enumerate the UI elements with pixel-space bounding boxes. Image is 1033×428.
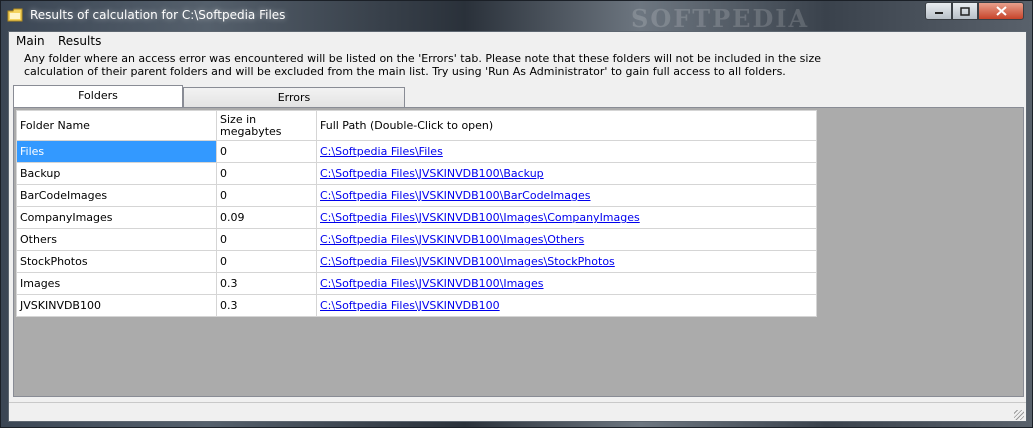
path-link[interactable]: C:\Softpedia Files\JVSKINVDB100\Images\C…: [320, 211, 640, 224]
cell-folder-name[interactable]: StockPhotos: [16, 250, 217, 273]
cell-size[interactable]: 0: [216, 162, 317, 185]
tab-folders[interactable]: Folders: [13, 85, 183, 107]
table-row[interactable]: Images 0.3 C:\Softpedia Files\JVSKINVDB1…: [16, 272, 817, 295]
menu-results[interactable]: Results: [58, 34, 101, 48]
maximize-button[interactable]: [952, 2, 978, 20]
menu-bar: Main Results: [9, 32, 1026, 51]
grid-header-row: Folder Name Size in megabytes Full Path …: [16, 110, 817, 141]
cell-folder-name[interactable]: Others: [16, 228, 217, 251]
cell-folder-name[interactable]: Backup: [16, 162, 217, 185]
cell-full-path[interactable]: C:\Softpedia Files\Files: [316, 140, 817, 163]
folder-icon: [7, 8, 23, 22]
cell-size[interactable]: 0: [216, 184, 317, 207]
menu-main[interactable]: Main: [16, 34, 45, 48]
cell-size[interactable]: 0.3: [216, 272, 317, 295]
cell-folder-name[interactable]: JVSKINVDB100: [16, 294, 217, 317]
tab-strip: Folders Errors: [11, 85, 1026, 107]
table-row[interactable]: CompanyImages 0.09 C:\Softpedia Files\JV…: [16, 206, 817, 229]
minimize-icon: [934, 12, 943, 14]
close-button[interactable]: [978, 2, 1024, 20]
table-row[interactable]: Files 0 C:\Softpedia Files\Files: [16, 140, 817, 163]
cell-size[interactable]: 0.09: [216, 206, 317, 229]
path-link[interactable]: C:\Softpedia Files\Files: [320, 145, 443, 158]
cell-full-path[interactable]: C:\Softpedia Files\JVSKINVDB100\BarCodeI…: [316, 184, 817, 207]
app-window: Results of calculation for C:\Softpedia …: [0, 0, 1033, 428]
results-grid: Folder Name Size in megabytes Full Path …: [16, 110, 817, 317]
size-header-line1: Size in: [220, 112, 257, 126]
table-row[interactable]: BarCodeImages 0 C:\Softpedia Files\JVSKI…: [16, 184, 817, 207]
minimize-button[interactable]: [925, 2, 952, 20]
tab-errors[interactable]: Errors: [183, 87, 405, 107]
cell-size[interactable]: 0.3: [216, 294, 317, 317]
cell-full-path[interactable]: C:\Softpedia Files\JVSKINVDB100\Images\S…: [316, 250, 817, 273]
size-header-line2: megabytes: [220, 124, 282, 138]
cell-full-path[interactable]: C:\Softpedia Files\JVSKINVDB100\Backup: [316, 162, 817, 185]
cell-full-path[interactable]: C:\Softpedia Files\JVSKINVDB100\Images: [316, 272, 817, 295]
cell-folder-name[interactable]: BarCodeImages: [16, 184, 217, 207]
table-row[interactable]: Others 0 C:\Softpedia Files\JVSKINVDB100…: [16, 228, 817, 251]
path-link[interactable]: C:\Softpedia Files\JVSKINVDB100\Images\O…: [320, 233, 584, 246]
cell-folder-name[interactable]: Files: [16, 140, 217, 163]
table-row[interactable]: JVSKINVDB100 0.3 C:\Softpedia Files\JVSK…: [16, 294, 817, 317]
status-bar: [9, 402, 1026, 422]
window-title: Results of calculation for C:\Softpedia …: [30, 8, 286, 22]
info-message: Any folder where an access error was enc…: [24, 52, 821, 78]
cell-size[interactable]: 0: [216, 140, 317, 163]
title-bar[interactable]: Results of calculation for C:\Softpedia …: [1, 1, 1032, 33]
maximize-icon: [960, 6, 970, 16]
resize-grip-icon[interactable]: [1014, 410, 1024, 420]
column-header-full-path[interactable]: Full Path (Double-Click to open): [316, 110, 817, 141]
table-row[interactable]: StockPhotos 0 C:\Softpedia Files\JVSKINV…: [16, 250, 817, 273]
path-link[interactable]: C:\Softpedia Files\JVSKINVDB100\Images\S…: [320, 255, 615, 268]
softpedia-watermark: SOFTPEDIA: [631, 4, 810, 33]
path-link[interactable]: C:\Softpedia Files\JVSKINVDB100\Images: [320, 277, 544, 290]
table-row[interactable]: Backup 0 C:\Softpedia Files\JVSKINVDB100…: [16, 162, 817, 185]
column-header-size[interactable]: Size in megabytes: [216, 110, 317, 141]
close-icon: [995, 6, 1007, 16]
path-link[interactable]: C:\Softpedia Files\JVSKINVDB100: [320, 299, 500, 312]
path-link[interactable]: C:\Softpedia Files\JVSKINVDB100\Backup: [320, 167, 544, 180]
folders-tab-panel: Folder Name Size in megabytes Full Path …: [13, 107, 1024, 397]
cell-full-path[interactable]: C:\Softpedia Files\JVSKINVDB100\Images\C…: [316, 206, 817, 229]
cell-folder-name[interactable]: CompanyImages: [16, 206, 217, 229]
cell-full-path[interactable]: C:\Softpedia Files\JVSKINVDB100: [316, 294, 817, 317]
column-header-folder-name[interactable]: Folder Name: [16, 110, 217, 141]
cell-full-path[interactable]: C:\Softpedia Files\JVSKINVDB100\Images\O…: [316, 228, 817, 251]
cell-folder-name[interactable]: Images: [16, 272, 217, 295]
cell-size[interactable]: 0: [216, 228, 317, 251]
client-area: Main Results Any folder where an access …: [8, 31, 1027, 422]
cell-size[interactable]: 0: [216, 250, 317, 273]
path-link[interactable]: C:\Softpedia Files\JVSKINVDB100\BarCodeI…: [320, 189, 591, 202]
